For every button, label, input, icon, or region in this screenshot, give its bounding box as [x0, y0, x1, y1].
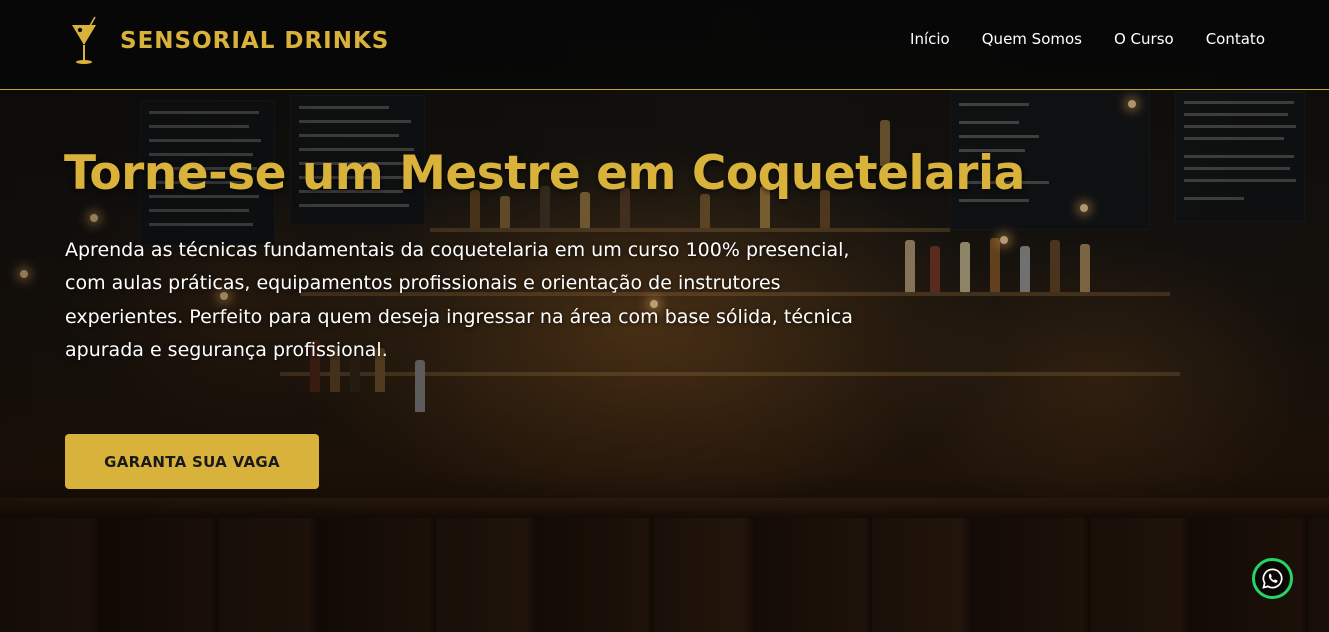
nav-link-quem-somos[interactable]: Quem Somos: [982, 30, 1082, 48]
hero-description: Aprenda as técnicas fundamentais da coqu…: [65, 239, 853, 362]
site-header: SENSORIAL DRINKS Início Quem Somos O Cur…: [0, 0, 1329, 90]
hero-title: Torne-se um Mestre em Coquetelaria: [64, 146, 1025, 201]
cta-button[interactable]: GARANTA SUA VAGA: [65, 434, 319, 489]
whatsapp-icon: [1262, 568, 1283, 589]
main-nav: Início Quem Somos O Curso Contato: [910, 30, 1265, 48]
nav-link-o-curso[interactable]: O Curso: [1114, 30, 1174, 48]
whatsapp-button[interactable]: [1252, 558, 1293, 599]
brand[interactable]: SENSORIAL DRINKS: [68, 14, 389, 68]
nav-link-inicio[interactable]: Início: [910, 30, 950, 48]
nav-link-contato[interactable]: Contato: [1206, 30, 1265, 48]
cocktail-glass-icon: [72, 16, 96, 64]
brand-name: SENSORIAL DRINKS: [120, 28, 390, 54]
